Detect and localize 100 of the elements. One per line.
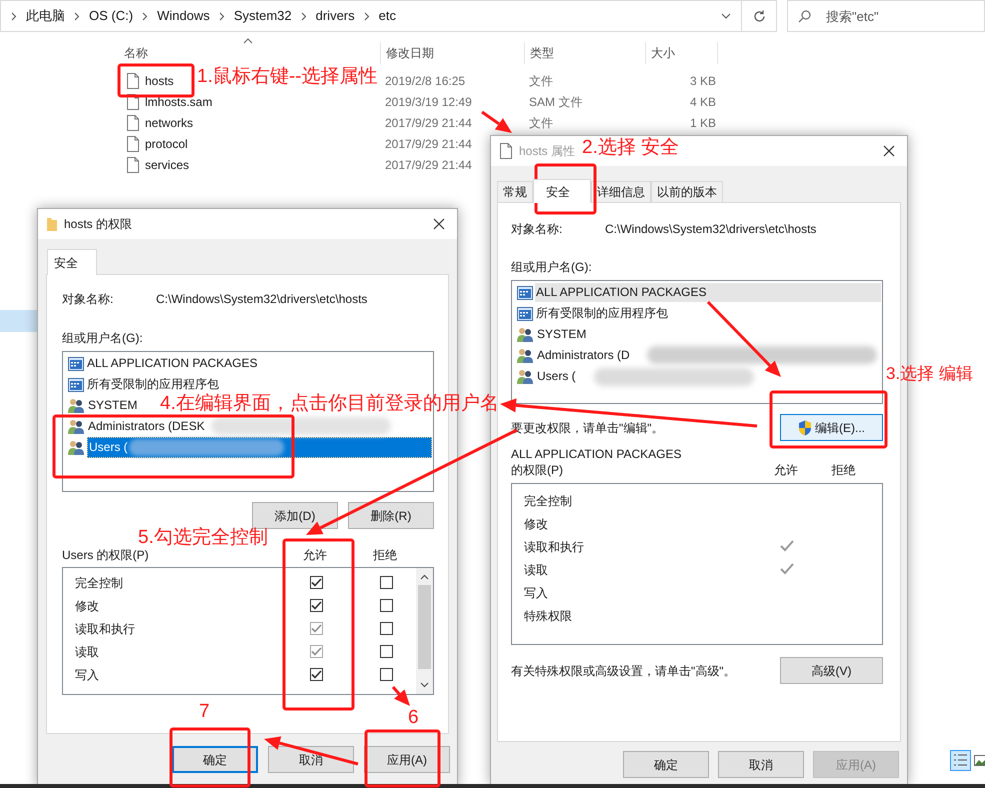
dialog-button[interactable]: 应用(A): [364, 746, 450, 773]
folder-icon: [47, 217, 57, 231]
file-date: 2017/9/29 21:44: [385, 115, 472, 132]
add-button[interactable]: 添加(D): [252, 502, 338, 529]
file-icon: [127, 115, 139, 131]
file-type: SAM 文件: [529, 94, 582, 111]
checkbox[interactable]: [380, 622, 392, 635]
checkbox[interactable]: [380, 599, 392, 612]
column-header[interactable]: 类型: [529, 42, 646, 64]
annotation-text: 2.选择 安全: [582, 136, 680, 160]
user-group-icon: [68, 440, 85, 455]
user-entry[interactable]: ALL APPLICATION PACKAGES: [86, 354, 259, 373]
chevron-icon: [142, 12, 148, 20]
tab[interactable]: 安全: [533, 179, 591, 203]
file-name[interactable]: services: [145, 155, 190, 175]
tab[interactable]: 详细信息: [591, 181, 651, 202]
edit-button[interactable]: 编辑(E)...: [780, 414, 883, 441]
refresh-button[interactable]: [741, 0, 777, 32]
permission-label: 的权限(P): [511, 462, 564, 479]
field-label: 组或用户名(G):: [62, 330, 144, 347]
permission-name: 完全控制: [524, 492, 573, 510]
permission-name: 读取和执行: [75, 620, 136, 638]
column-header[interactable]: 大小: [650, 42, 718, 64]
file-icon: [127, 136, 139, 152]
scrollbar-thumb[interactable]: [418, 585, 431, 669]
nav-item-highlight: [0, 310, 37, 332]
checkbox[interactable]: [310, 668, 322, 681]
user-entry[interactable]: 所有受限制的应用程序包: [86, 375, 220, 394]
app-package-icon: [517, 286, 533, 300]
checkbox[interactable]: [310, 576, 322, 589]
column-header: 拒绝: [830, 462, 856, 479]
annotation-text: 6: [408, 706, 419, 730]
user-group-icon: [517, 327, 534, 342]
checkbox[interactable]: [380, 576, 392, 589]
user-entry[interactable]: 所有受限制的应用程序包: [535, 304, 669, 323]
close-icon[interactable]: [433, 218, 445, 230]
window-title: hosts 属性: [519, 143, 576, 160]
dropdown-icon[interactable]: [721, 13, 731, 19]
dialog-button[interactable]: 取消: [268, 746, 354, 773]
breadcrumb-item[interactable]: Windows: [154, 6, 213, 26]
user-entry[interactable]: Users (: [536, 367, 577, 386]
close-icon[interactable]: [883, 145, 895, 157]
annotation-arrow: [481, 110, 512, 133]
permission-name: 完全控制: [75, 574, 124, 592]
user-entry[interactable]: SYSTEM: [536, 325, 588, 344]
user-entry[interactable]: Administrators (DESK: [87, 417, 206, 436]
scroll-up-icon[interactable]: [420, 574, 429, 580]
file-name[interactable]: protocol: [145, 134, 188, 154]
file-name[interactable]: lmhosts.sam: [145, 92, 212, 112]
permission-name: 特殊权限: [524, 608, 573, 624]
shield-icon: [798, 420, 812, 436]
checkbox[interactable]: [310, 599, 322, 612]
tab[interactable]: 常规: [497, 181, 533, 202]
file-type: 文件: [529, 115, 553, 132]
refresh-icon: [752, 10, 766, 22]
column-header[interactable]: 修改日期: [385, 42, 525, 64]
search-field[interactable]: 搜索"etc": [787, 0, 985, 32]
dialog-button[interactable]: 确定: [623, 751, 709, 778]
tab[interactable]: 以前的版本: [651, 181, 723, 202]
chevron-icon: [364, 12, 370, 20]
details-view-icon[interactable]: [950, 750, 971, 771]
preview-view-icon[interactable]: [974, 753, 985, 767]
breadcrumb-item[interactable]: 此电脑: [23, 6, 68, 26]
checkbox[interactable]: [380, 668, 392, 681]
permission-name: 修改: [75, 598, 100, 614]
user-entry[interactable]: ALL APPLICATION PACKAGES: [535, 283, 881, 302]
column-header: 允许: [773, 462, 799, 479]
remove-button[interactable]: 删除(R): [348, 502, 434, 529]
tab[interactable]: 安全: [47, 249, 97, 275]
dialog-button[interactable]: 确定: [172, 746, 258, 773]
hint-text: 有关特殊权限或高级设置，请单击"高级"。: [511, 662, 736, 680]
scrollbar[interactable]: [416, 568, 433, 694]
chevron-icon: [11, 12, 17, 20]
breadcrumb-item[interactable]: drivers: [312, 6, 358, 26]
window-title: hosts 的权限: [64, 216, 132, 233]
checkbox[interactable]: [380, 645, 392, 658]
permission-name: 读取: [524, 562, 549, 578]
annotation-arrow: [392, 686, 410, 706]
user-entry[interactable]: SYSTEM: [87, 396, 138, 415]
file-date: 2017/9/29 21:44: [385, 136, 472, 153]
advanced-button[interactable]: 高级(V): [780, 657, 883, 684]
address-bar[interactable]: 此电脑 OS (C:) Windows System32 drivers etc: [0, 0, 742, 32]
breadcrumb-item[interactable]: etc: [376, 6, 399, 26]
scroll-down-icon[interactable]: [420, 682, 429, 688]
annotation-text: 4.在编辑界面，点击你目前登录的用户名: [160, 392, 499, 416]
breadcrumb-item[interactable]: System32: [230, 6, 295, 26]
file-name[interactable]: networks: [145, 113, 194, 133]
annotation-text: 7: [199, 700, 210, 724]
permission-label: ALL APPLICATION PACKAGES: [511, 446, 683, 463]
file-date: 2019/2/8 16:25: [385, 73, 466, 90]
file-name[interactable]: hosts: [145, 71, 174, 91]
highlight-frame: [534, 164, 596, 214]
column-header[interactable]: 名称: [123, 42, 381, 64]
user-list[interactable]: ALL APPLICATION PACKAGES 所有受限制的应用程序包 SYSTEM Administrators (D Users (: [511, 280, 883, 404]
breadcrumb-item[interactable]: OS (C:): [86, 6, 136, 26]
user-entry[interactable]: Administrators (D: [536, 346, 631, 365]
dialog-button[interactable]: 取消: [718, 751, 804, 778]
field-label: 组或用户名(G):: [511, 259, 593, 276]
annotation-text: 1.鼠标右键--选择属性: [197, 65, 378, 89]
file-icon: [127, 73, 139, 89]
